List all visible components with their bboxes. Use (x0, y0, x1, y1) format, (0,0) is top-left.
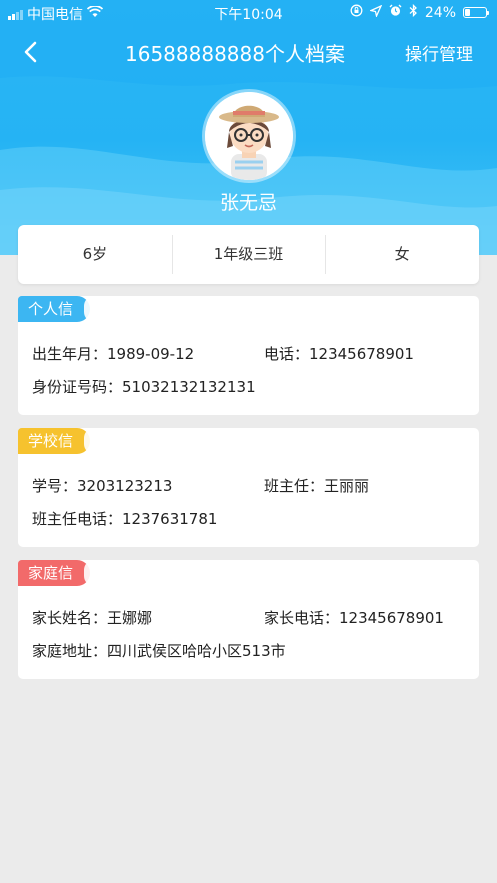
age-value: 6岁 (82, 245, 108, 263)
page-title: 16588888888个人档案 (125, 42, 345, 66)
phone-number: 电话：12345678901 (264, 345, 414, 363)
status-bar: 中国电信 下午10:04 24% (0, 0, 497, 26)
student-name: 张无忌 (219, 192, 277, 214)
chevron-left-icon (24, 41, 37, 63)
class-value: 1年级三班 (171, 225, 326, 284)
school-info-tag: 学校信息 (18, 428, 94, 476)
avatar[interactable] (205, 92, 293, 180)
school-info-card: 学校信息 学号：3203123213 班主任：王丽丽 班主任电话：1237631… (18, 428, 479, 547)
location-icon (368, 4, 383, 21)
family-info-tag: 家庭信息 (18, 560, 94, 608)
student-number: 学号：3203123213 (32, 477, 173, 495)
home-address: 家庭地址：四川武侯区哈哈小区513市 (32, 642, 286, 660)
personal-info-card: 个人信息 出生年月：1989-09-12 电话：12345678901 身份证号… (18, 296, 479, 415)
head-teacher-phone: 班主任电话：1237631781 (32, 510, 218, 528)
id-number: 身份证号码：51032132132131 (32, 378, 256, 396)
personal-info-tag: 个人信息 (18, 296, 94, 344)
conduct-management-button[interactable]: 操行管理 (405, 40, 473, 65)
profile-summary: 6岁 1年级三班 女 (18, 225, 479, 284)
family-info-card: 家庭信息 家长姓名：王娜娜 家长电话：12345678901 家庭地址：四川武侯… (18, 560, 479, 679)
bluetooth-icon (409, 3, 418, 21)
alarm-icon (389, 4, 402, 21)
battery-icon (463, 7, 489, 18)
birth-date: 出生年月：1989-09-12 (32, 345, 195, 363)
back-button[interactable] (18, 38, 46, 66)
parent-phone: 家长电话：12345678901 (264, 609, 444, 627)
head-teacher: 班主任：王丽丽 (264, 477, 370, 495)
gender-value: 女 (325, 225, 479, 284)
battery-percent: 24% (424, 4, 456, 21)
navigation-bar: 16588888888个人档案 操行管理 (0, 32, 497, 72)
parent-name: 家长姓名：王娜娜 (32, 609, 153, 627)
rotation-lock-icon (350, 4, 363, 21)
status-right: 24% (350, 3, 489, 21)
avatar-illustration (205, 92, 293, 180)
